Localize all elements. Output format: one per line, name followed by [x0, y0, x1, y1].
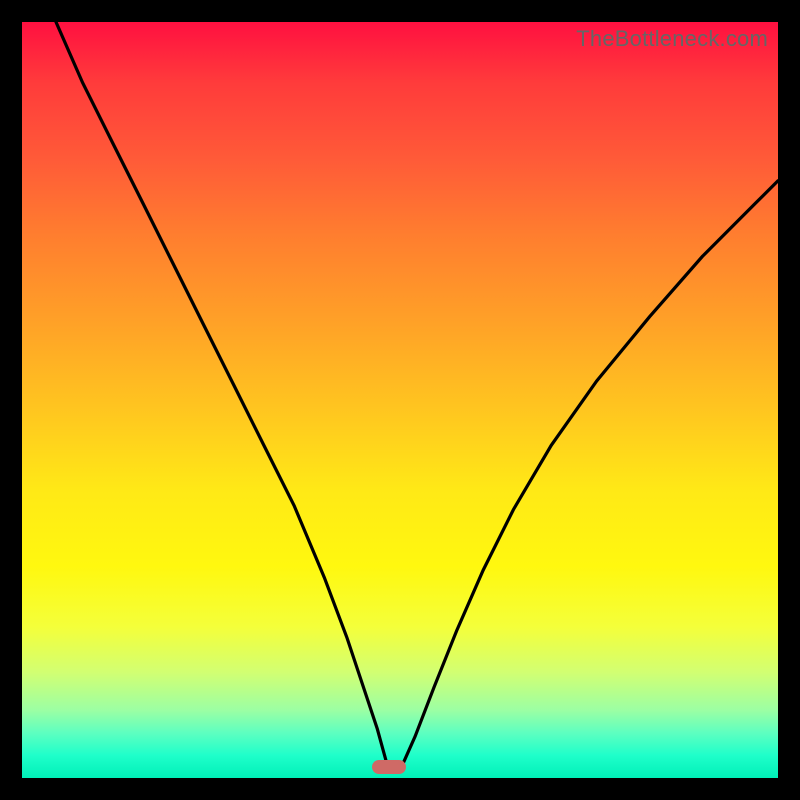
min-marker [372, 760, 406, 774]
chart-frame: TheBottleneck.com [0, 0, 800, 800]
bottleneck-curve [22, 22, 778, 778]
plot-area: TheBottleneck.com [22, 22, 778, 778]
curve-path [56, 22, 778, 770]
